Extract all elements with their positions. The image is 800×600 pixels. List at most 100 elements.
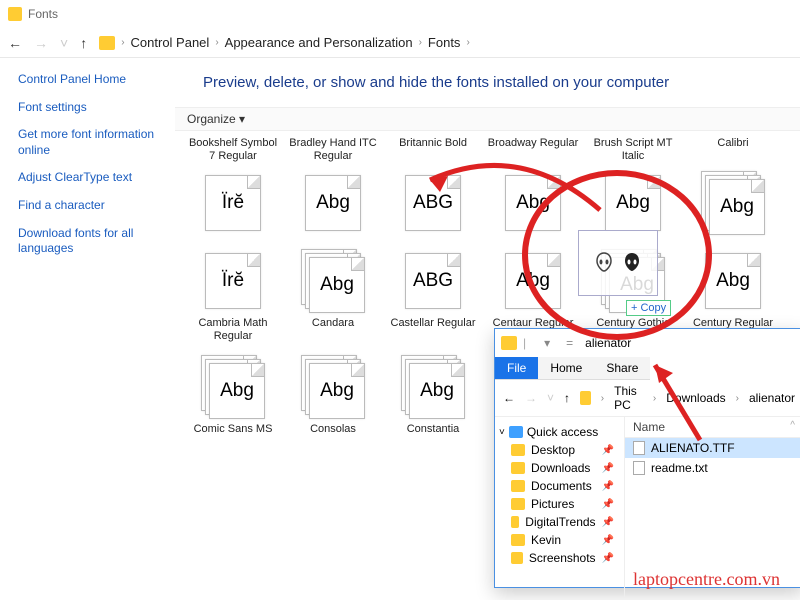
font-item[interactable]: Brush Script MT ItalicAbg [583,137,683,239]
font-item[interactable]: Broadway Regular Abg [483,137,583,239]
window-title: Fonts [28,7,58,21]
explorer-ribbon: File Home Share [495,357,800,380]
folder-icon [511,444,525,456]
command-bar: Organize ▾ [175,107,800,131]
quick-access-header[interactable]: ˅ Quick access [499,423,620,441]
breadcrumb-downloads[interactable]: Downloads [666,391,725,405]
nav-item[interactable]: Pictures📌 [499,495,620,513]
file-icon [633,441,645,455]
breadcrumb-thispc[interactable]: This PC [614,384,643,412]
column-header[interactable]: Name^ [625,417,800,438]
folder-icon [511,534,525,546]
tab-file[interactable]: File [495,357,538,380]
explorer-nav-pane: ˅ Quick access Desktop📌Downloads📌Documen… [495,417,625,597]
nav-item[interactable]: Documents📌 [499,477,620,495]
explorer-nav: ← → ˅ ↑ › This PC › Downloads › alienato… [495,380,800,417]
chevron-right-icon: › [121,37,124,48]
tab-share[interactable]: Share [594,357,650,380]
sidebar-link-character[interactable]: Find a character [18,198,165,214]
sidebar-link-home[interactable]: Control Panel Home [18,72,165,88]
font-thumbnail: Abg [401,355,465,419]
recent-dropdown[interactable]: ˅ [60,35,68,51]
font-item[interactable]: Bradley Hand ITC RegularAbg [283,137,383,239]
sidebar-link-download[interactable]: Download fonts for all languages [18,226,165,257]
font-item[interactable]: Abg Candara [283,243,383,345]
fonts-folder-icon [8,7,22,21]
forward-button[interactable]: → [525,391,537,405]
font-thumbnail: Abg [501,249,565,313]
breadcrumb[interactable]: › Control Panel › Appearance and Persona… [99,35,470,50]
drag-copy-badge: + Copy [626,300,671,316]
folder-icon [511,462,525,474]
pin-icon: 📌 [602,499,614,510]
font-thumbnail: Abg [301,249,365,313]
font-thumbnail: ABG [401,171,465,235]
explorer-address-hint: alienator [585,336,631,350]
font-label: Bradley Hand ITC Regular [283,137,383,165]
font-item[interactable]: Britannic Bold ABG [383,137,483,239]
organize-button[interactable]: Organize ▾ [187,112,245,126]
file-item[interactable]: readme.txt [625,458,800,478]
breadcrumb-alienator[interactable]: alienator [749,391,795,405]
sidebar: Control Panel Home Font settings Get mor… [0,58,175,600]
pin-icon: 📌 [602,535,614,546]
font-thumbnail: Abg [501,171,565,235]
tab-home[interactable]: Home [538,357,594,380]
watermark: laptopcentre.com.vn [633,569,780,590]
pin-icon: 📌 [602,553,614,564]
nav-item[interactable]: DigitalTrends📌 [499,513,620,531]
recent-dropdown[interactable]: ˅ [547,391,554,405]
page-heading: Preview, delete, or show and hide the fo… [203,74,800,91]
explorer-titlebar[interactable]: | ▾ = alienator [495,329,800,357]
pin-icon: 📌 [602,463,614,474]
font-item[interactable]: Abg Consolas [283,349,383,451]
pin-icon: 📌 [602,445,614,456]
font-thumbnail: Ïrĕ [201,171,265,235]
pin-icon: 📌 [602,481,614,492]
font-label: Constantia [383,423,483,451]
font-thumbnail: Abg [301,355,365,419]
breadcrumb-appearance[interactable]: Appearance and Personalization [225,35,413,50]
font-label: Candara [283,317,383,345]
font-label: Broadway Regular [483,137,583,165]
file-item[interactable]: ALIENATO.TTF [625,438,800,458]
explorer-window[interactable]: | ▾ = alienator File Home Share ← → ˅ ↑ … [494,328,800,588]
folder-icon [501,336,517,350]
up-button[interactable]: ↑ [564,391,570,405]
folder-icon [580,391,591,405]
up-button[interactable]: ↑ [80,35,87,51]
breadcrumb-fonts[interactable]: Fonts [428,35,461,50]
nav-item[interactable]: Downloads📌 [499,459,620,477]
font-label: Bookshelf Symbol 7 Regular [183,137,283,165]
breadcrumb-control-panel[interactable]: Control Panel [131,35,210,50]
font-thumbnail: Abg [201,355,265,419]
nav-item[interactable]: Screenshots📌 [499,549,620,567]
font-label: Britannic Bold [383,137,483,165]
folder-icon [511,480,525,492]
font-label: Calibri [683,137,783,165]
window-titlebar: Fonts [0,0,800,28]
forward-button[interactable]: → [34,35,48,51]
back-button[interactable]: ← [8,35,22,51]
font-item[interactable]: AbgComic Sans MS [183,349,283,451]
font-item[interactable]: Bookshelf Symbol 7 Regular Ïrĕ [183,137,283,239]
pin-icon: 📌 [602,517,614,528]
folder-icon [99,36,115,50]
font-label: Consolas [283,423,383,451]
font-item[interactable]: CalibriAbg [683,137,783,239]
font-item[interactable]: Abg Constantia [383,349,483,451]
folder-icon [511,516,519,528]
alien-icon [592,251,616,275]
sidebar-link-settings[interactable]: Font settings [18,100,165,116]
star-icon [509,426,523,438]
font-item[interactable]: ABGCastellar Regular [383,243,483,345]
chevron-right-icon: › [215,37,218,48]
folder-icon [511,552,523,564]
sidebar-link-more-info[interactable]: Get more font information online [18,127,165,158]
nav-item[interactable]: Desktop📌 [499,441,620,459]
nav-item[interactable]: Kevin📌 [499,531,620,549]
back-button[interactable]: ← [503,391,515,405]
font-item[interactable]: ÏrĕCambria Math Regular [183,243,283,345]
sidebar-link-cleartype[interactable]: Adjust ClearType text [18,170,165,186]
font-thumbnail: Abg [701,249,765,313]
